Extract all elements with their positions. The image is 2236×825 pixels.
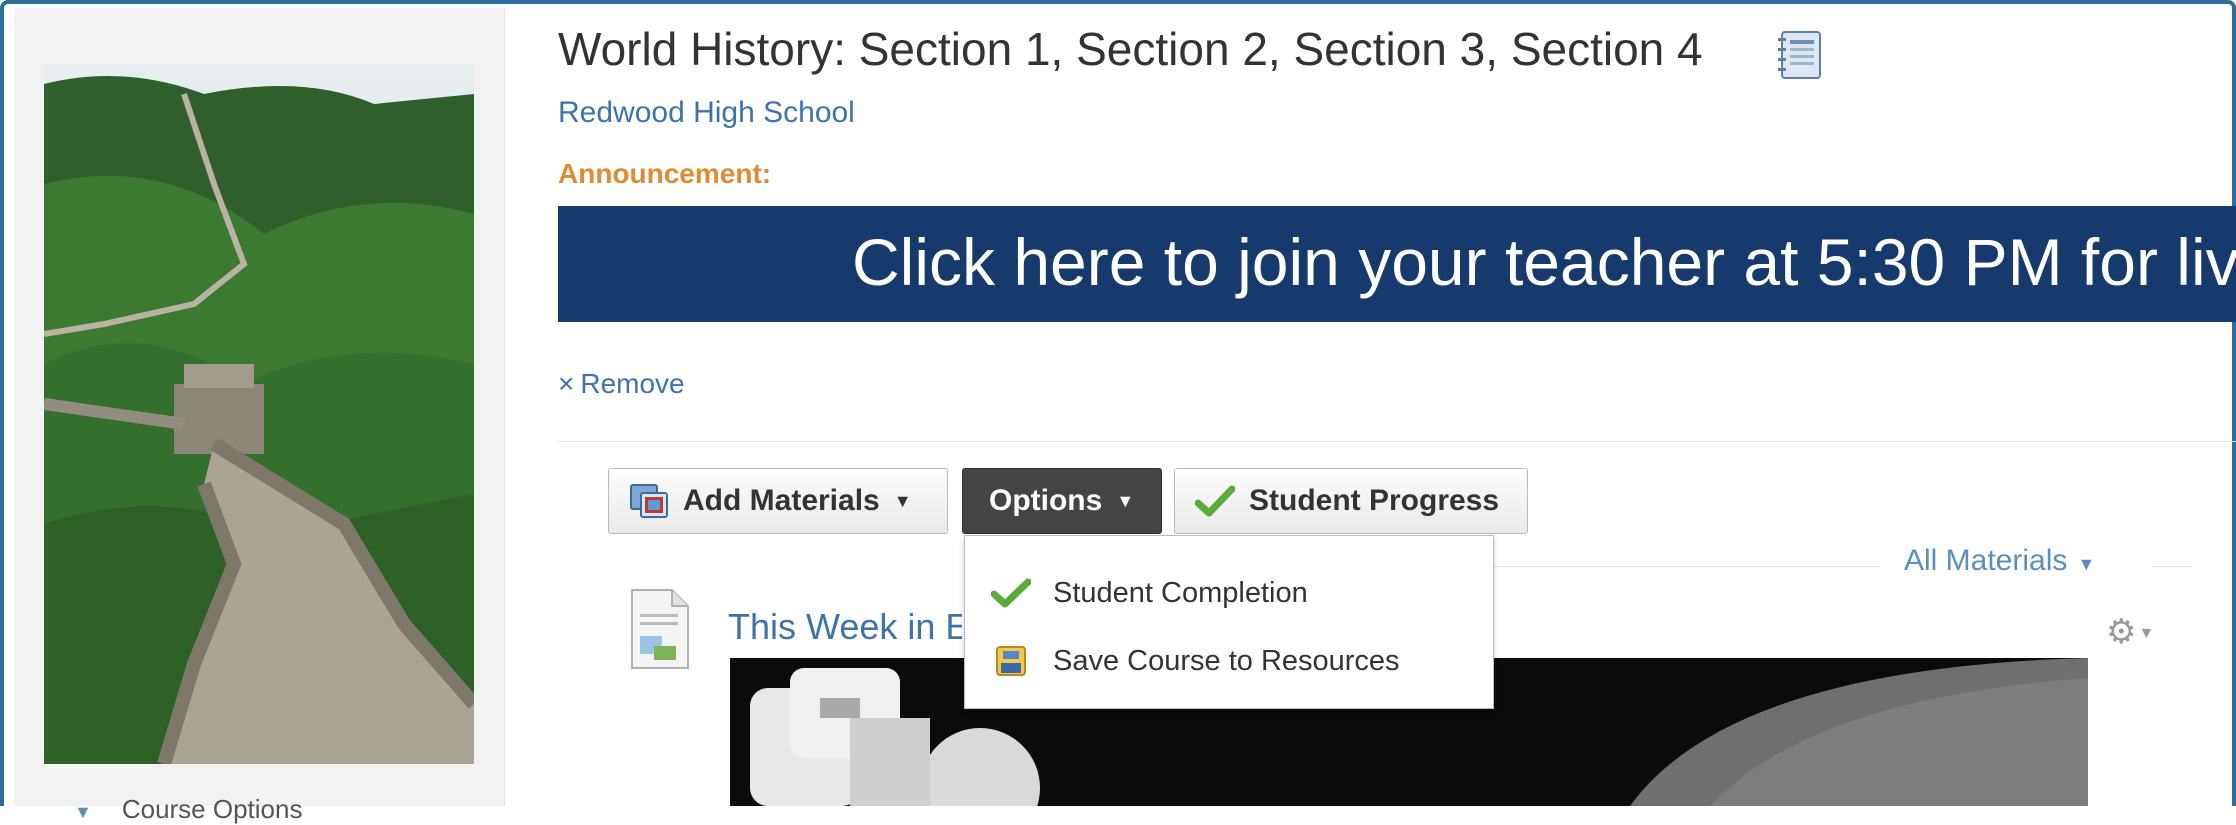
add-materials-button[interactable]: Add Materials ▼ <box>608 468 948 534</box>
menu-item-label: Student Completion <box>1053 576 1308 609</box>
announcement-label: Announcement: <box>558 158 772 189</box>
course-sidebar: ▼ Course Options <box>14 8 505 824</box>
check-icon <box>991 578 1031 608</box>
caret-down-icon: ▼ <box>2077 554 2096 574</box>
remove-label: Remove <box>580 368 685 399</box>
material-title-link[interactable]: This Week in E <box>728 606 962 648</box>
add-materials-icon <box>630 484 668 518</box>
announcement-banner[interactable]: Click here to join your teacher at 5:30 … <box>558 206 2236 322</box>
school-link[interactable]: Redwood High School <box>558 96 855 130</box>
remove-announcement-link[interactable]: × Remove <box>558 368 685 400</box>
triangle-down-icon: ▼ <box>74 802 92 822</box>
divider <box>2152 566 2192 567</box>
close-icon: × <box>558 368 575 399</box>
material-settings-button[interactable]: ⚙ ▼ <box>2106 612 2154 652</box>
course-profile-image <box>44 64 474 764</box>
menu-item-save-course-to-resources[interactable]: Save Course to Resources <box>965 630 1493 692</box>
options-label: Options <box>989 484 1103 517</box>
check-icon <box>1195 485 1235 517</box>
options-button[interactable]: Options ▼ <box>962 468 1162 534</box>
menu-item-label: Save Course to Resources <box>1053 644 1400 677</box>
student-progress-label: Student Progress <box>1249 484 1500 517</box>
great-wall-photo <box>44 64 474 764</box>
notebook-icon[interactable] <box>1776 30 1824 80</box>
caret-down-icon: ▼ <box>1116 490 1135 511</box>
course-options-toggle[interactable]: ▼ Course Options <box>74 794 302 825</box>
announcement-banner-text: Click here to join your teacher at 5:30 … <box>852 225 2236 299</box>
save-icon <box>996 646 1026 676</box>
gear-icon: ⚙ <box>2106 613 2137 651</box>
all-materials-filter[interactable]: All Materials ▼ <box>1904 544 2095 578</box>
options-dropdown-menu: Student Completion Save Course to Resour… <box>964 535 1494 709</box>
caret-down-icon: ▼ <box>2138 625 2155 643</box>
caret-down-icon: ▼ <box>893 490 912 511</box>
menu-item-student-completion[interactable]: Student Completion <box>965 562 1493 624</box>
document-icon <box>631 589 689 669</box>
all-materials-label: All Materials <box>1904 544 2068 577</box>
divider <box>558 441 2236 442</box>
student-progress-button[interactable]: Student Progress <box>1174 468 1528 534</box>
course-options-label: Course Options <box>121 794 303 824</box>
add-materials-label: Add Materials <box>683 484 880 517</box>
course-title: World History: Section 1, Section 2, Sec… <box>558 23 1703 75</box>
